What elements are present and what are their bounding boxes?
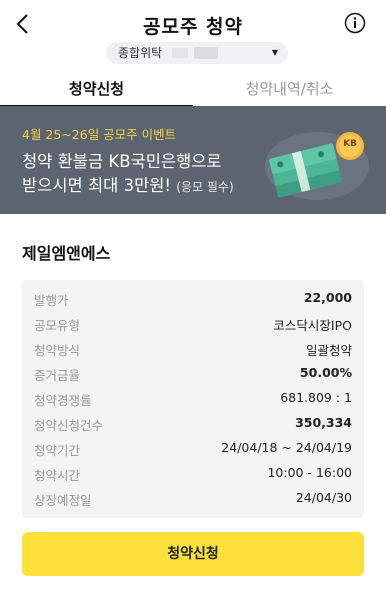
detail-row: 발행가 22,000 [22, 288, 364, 310]
detail-row: 증거금율 50.00% [22, 363, 364, 385]
banner-note: (응모 필수) [176, 180, 234, 194]
banner-headline-line2: 받으시면 최대 3만원! (응모 필수) [22, 172, 234, 196]
account-type-label: 종합위탁 [118, 46, 163, 60]
top-bar: 공모주 청약 [0, 0, 386, 46]
detail-label: 청약기간 [34, 443, 81, 458]
detail-label: 청약경쟁률 [34, 393, 92, 408]
detail-label: 청약방식 [34, 343, 81, 358]
banner-headline-line1: 청약 환불금 KB국민은행으로 [22, 152, 222, 171]
banner-subtitle: 4월 25~26일 공모주 이벤트 [22, 127, 177, 142]
detail-label: 공모유형 [34, 318, 81, 333]
account-selector[interactable]: 종합위탁 ▼ [106, 42, 288, 64]
detail-value: 코스닥시장IPO [273, 318, 352, 333]
detail-value: 24/04/18 ~ 24/04/19 [221, 440, 352, 455]
detail-value: 22,000 [303, 290, 352, 305]
detail-row: 청약기간 24/04/18 ~ 24/04/19 [22, 438, 364, 460]
company-name: 제일엠앤에스 [22, 244, 111, 263]
detail-value: 10:00 - 16:00 [267, 465, 352, 480]
detail-value: 681.809 : 1 [280, 390, 352, 405]
subscribe-button[interactable]: 청약신청 [22, 532, 364, 576]
detail-value: 일괄청약 [305, 343, 352, 358]
detail-label: 청약시간 [34, 468, 81, 483]
detail-value: 350,334 [295, 415, 352, 430]
detail-row: 상장예정일 24/04/30 [22, 488, 364, 510]
detail-row: 청약시간 10:00 - 16:00 [22, 463, 364, 485]
tab-subscription-history[interactable]: 청약내역/취소 [193, 78, 386, 99]
ipo-details-box: 발행가 22,000 공모유형 코스닥시장IPO 청약방식 일괄청약 증거금율 … [22, 280, 364, 518]
money-stack-illustration: KB [262, 118, 372, 204]
tab-bar: 청약신청 청약내역/취소 [0, 72, 386, 107]
info-icon[interactable] [344, 12, 366, 34]
detail-label: 증거금율 [34, 368, 81, 383]
masked-account-number [194, 47, 218, 59]
detail-row: 청약경쟁률 681.809 : 1 [22, 388, 364, 410]
banner-headline-text: 받으시면 최대 3만원! [22, 176, 172, 195]
tab-subscription-apply[interactable]: 청약신청 [0, 78, 193, 99]
detail-row: 공모유형 코스닥시장IPO [22, 313, 364, 335]
caret-down-icon: ▼ [271, 48, 278, 57]
detail-row: 청약신청건수 350,334 [22, 413, 364, 435]
kb-coin-badge: KB [343, 139, 357, 149]
detail-value: 50.00% [299, 365, 352, 380]
page-title: 공모주 청약 [142, 16, 243, 38]
masked-account-number [172, 48, 188, 58]
detail-label: 상장예정일 [34, 493, 92, 508]
detail-label: 청약신청건수 [34, 418, 104, 433]
event-banner[interactable]: 4월 25~26일 공모주 이벤트 청약 환불금 KB국민은행으로 받으시면 최… [0, 106, 386, 214]
detail-label: 발행가 [34, 293, 69, 308]
detail-row: 청약방식 일괄청약 [22, 338, 364, 360]
detail-value: 24/04/30 [295, 490, 352, 505]
